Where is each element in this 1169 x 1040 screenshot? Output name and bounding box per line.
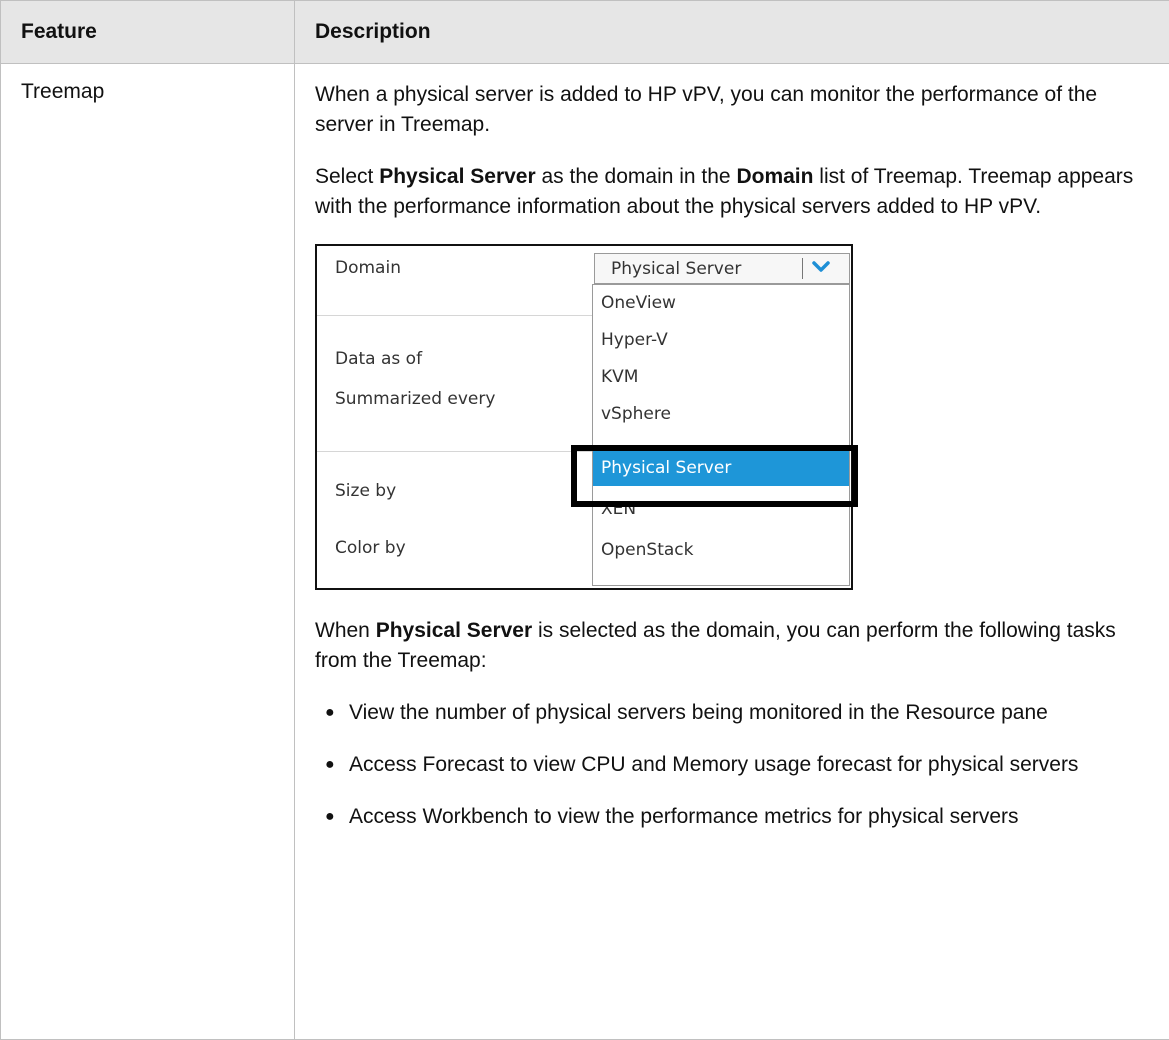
when-paragraph: When Physical Server is selected as the … [315, 619, 1116, 672]
bullet-icon: ● [325, 756, 335, 773]
list-item: ● Access Forecast to view CPU and Memory … [323, 750, 1139, 780]
select-paragraph: Select Physical Server as the domain in … [315, 165, 1134, 218]
header-row: Feature Description [0, 0, 1169, 64]
bullet-icon: ● [325, 704, 335, 721]
bullet-icon: ● [325, 808, 335, 825]
option-hyper-v[interactable]: Hyper-V [593, 322, 849, 358]
intro-paragraph: When a physical server is added to HP vP… [315, 83, 1098, 136]
select-separator [802, 258, 803, 279]
option-kvm[interactable]: KVM [593, 359, 849, 395]
highlight-box [571, 445, 858, 507]
task-list: ● View the number of physical servers bei… [315, 698, 1149, 832]
header-description: Description [294, 0, 1169, 64]
chevron-down-icon[interactable] [812, 261, 830, 273]
summarized-every-label: Summarized every [335, 389, 496, 409]
divider [317, 451, 593, 452]
option-openstack[interactable]: OpenStack [593, 532, 849, 568]
data-as-of-label: Data as of [335, 349, 423, 369]
domain-select[interactable]: Physical Server [594, 253, 850, 284]
header-feature: Feature [0, 0, 295, 64]
description-cell: When a physical server is added to HP vP… [294, 63, 1169, 1040]
divider [317, 315, 593, 316]
size-by-label: Size by [335, 481, 397, 501]
feature-table: Feature Description Treemap When a physi… [0, 0, 1169, 1040]
list-item: ● View the number of physical servers bei… [323, 698, 1139, 728]
option-oneview[interactable]: OneView [593, 285, 849, 321]
feature-cell: Treemap [0, 63, 295, 1040]
domain-label: Domain [335, 258, 401, 278]
domain-dropdown-screenshot: Domain Data as of Summarized every Size … [315, 244, 858, 590]
domain-options-list: OneView Hyper-V KVM vSphere Physical Ser… [592, 284, 850, 586]
option-vsphere[interactable]: vSphere [593, 396, 849, 432]
table-row: Treemap When a physical server is added … [0, 63, 1169, 1040]
domain-select-value: Physical Server [611, 259, 742, 279]
list-item: ● Access Workbench to view the performanc… [323, 802, 1139, 832]
color-by-label: Color by [335, 538, 406, 558]
